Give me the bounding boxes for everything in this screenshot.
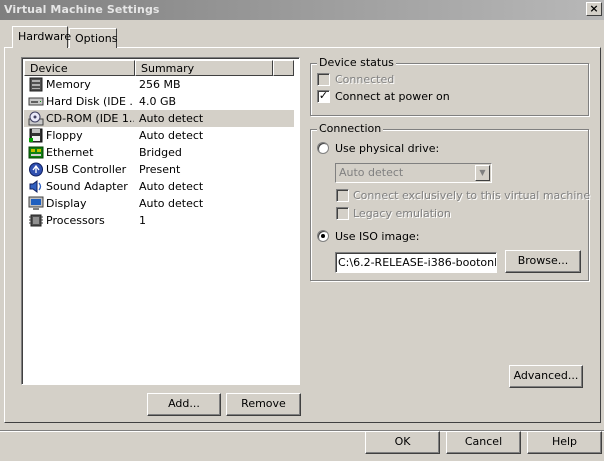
device-summary: Present [139, 163, 181, 176]
device-row-ethernet[interactable]: Ethernet Bridged [24, 144, 294, 161]
device-row-hard-disk[interactable]: Hard Disk (IDE ... 4.0 GB [24, 93, 294, 110]
use-iso-image-label: Use ISO image: [335, 230, 420, 243]
sound-icon [29, 180, 42, 193]
radio-selected-dot [321, 234, 325, 238]
connected-label: Connected [335, 73, 395, 86]
floppy-icon [29, 128, 43, 143]
device-summary: Auto detect [139, 180, 204, 193]
device-name: Display [46, 197, 87, 210]
legacy-emulation-checkbox[interactable] [336, 207, 349, 220]
connection-title: Connection [317, 122, 384, 135]
add-device-button[interactable]: Add... [147, 393, 221, 416]
legacy-emulation-label: Legacy emulation [353, 207, 451, 220]
device-name: CD-ROM (IDE 1... [46, 112, 134, 125]
chevron-down-icon[interactable]: ▼ [475, 165, 490, 181]
memory-icon [29, 77, 43, 92]
device-name: Floppy [46, 129, 83, 142]
window-title: Virtual Machine Settings [4, 3, 160, 16]
physical-drive-select[interactable]: Auto detect ▼ [335, 163, 492, 183]
device-row-memory[interactable]: Memory 256 MB [24, 76, 294, 93]
use-iso-image-radio[interactable] [317, 230, 329, 242]
device-row-processors[interactable]: Processors 1 [24, 212, 294, 229]
device-summary: 4.0 GB [139, 95, 177, 108]
cancel-button[interactable]: Cancel [446, 431, 521, 454]
help-button[interactable]: Help [527, 431, 602, 454]
device-summary: Bridged [139, 146, 182, 159]
use-physical-drive-label: Use physical drive: [335, 142, 440, 155]
physical-drive-select-value: Auto detect [339, 166, 404, 179]
device-row-floppy[interactable]: Floppy Auto detect [24, 127, 294, 144]
tab-hardware-label: Hardware [18, 30, 72, 43]
column-header-device[interactable]: Device [24, 60, 135, 76]
device-summary: Auto detect [139, 129, 204, 142]
column-header-filler [273, 60, 294, 76]
device-list-header: Device Summary [24, 60, 294, 76]
title-bar[interactable]: Virtual Machine Settings × [0, 0, 604, 20]
device-row-sound-adapter[interactable]: Sound Adapter Auto detect [24, 178, 294, 195]
connect-at-power-on-label: Connect at power on [335, 90, 450, 103]
cdrom-icon [28, 111, 44, 126]
browse-button[interactable]: Browse... [505, 250, 581, 273]
ok-button[interactable]: OK [365, 431, 440, 454]
device-name: Memory [46, 78, 91, 91]
column-header-summary[interactable]: Summary [135, 60, 273, 76]
ethernet-icon [28, 146, 44, 159]
device-name: Sound Adapter [46, 180, 128, 193]
device-name: Hard Disk (IDE ... [46, 95, 134, 108]
device-name: Ethernet [46, 146, 94, 159]
display-icon [28, 196, 44, 210]
tab-options[interactable]: Options [69, 28, 117, 48]
connect-at-power-on-checkbox[interactable]: ✓ [317, 90, 330, 103]
device-summary: Auto detect [139, 197, 204, 210]
device-summary: 1 [139, 214, 146, 227]
device-name: Processors [46, 214, 105, 227]
processor-icon [29, 214, 43, 227]
advanced-button[interactable]: Advanced... [509, 365, 583, 388]
device-name: USB Controller [46, 163, 127, 176]
connect-exclusively-checkbox[interactable] [336, 189, 349, 202]
tab-hardware[interactable]: Hardware [12, 26, 72, 48]
tab-options-label: Options [75, 32, 118, 45]
device-list[interactable]: Device Summary Memory 256 MB Hard Disk (… [21, 57, 300, 385]
device-summary: 256 MB [139, 78, 181, 91]
connected-checkbox[interactable] [317, 73, 330, 86]
usb-icon [29, 162, 43, 177]
connect-exclusively-label: Connect exclusively to this virtual mach… [353, 189, 591, 202]
vm-settings-window: Virtual Machine Settings × Hardware Opti… [0, 0, 604, 461]
remove-device-button[interactable]: Remove [226, 393, 301, 416]
device-summary: Auto detect [139, 112, 204, 125]
use-physical-drive-radio[interactable] [317, 142, 329, 154]
hard-disk-icon [28, 97, 44, 106]
device-status-title: Device status [317, 56, 396, 69]
iso-path-input[interactable]: C:\6.2-RELEASE-i386-bootonly. [335, 252, 497, 273]
close-icon[interactable]: × [586, 2, 602, 16]
device-row-display[interactable]: Display Auto detect [24, 195, 294, 212]
device-row-usb-controller[interactable]: USB Controller Present [24, 161, 294, 178]
device-row-cdrom[interactable]: CD-ROM (IDE 1... Auto detect [24, 110, 294, 127]
